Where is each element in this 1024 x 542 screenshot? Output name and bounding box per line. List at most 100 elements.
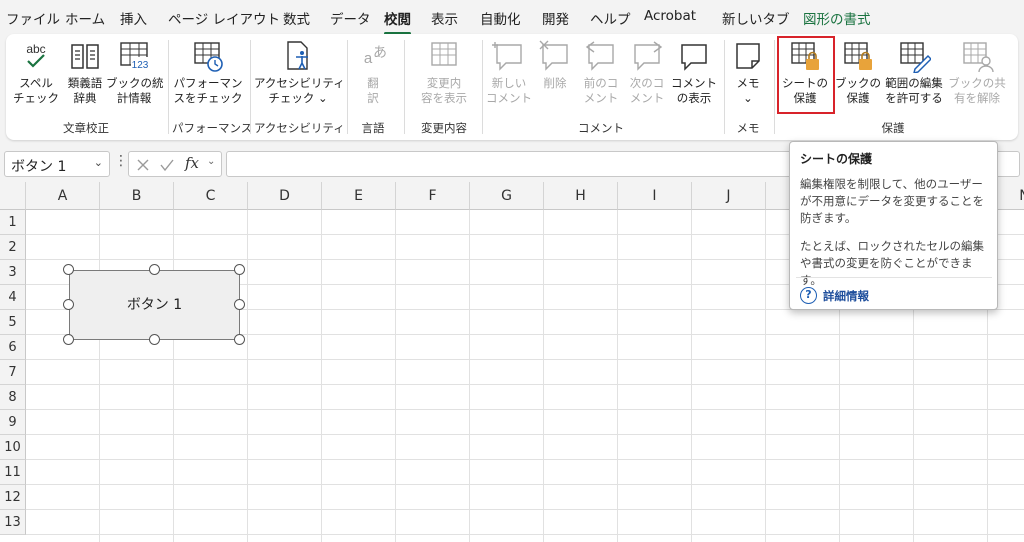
delete-comment-button[interactable]: 削除 <box>532 39 578 91</box>
previous-comment-button[interactable]: 前のコ メント <box>578 39 624 106</box>
translate-button[interactable]: a あ 翻 訳 <box>352 39 394 106</box>
comments-icon <box>681 44 707 71</box>
menu-home[interactable]: ホーム <box>65 8 105 28</box>
ribbon: abc スペル チェック 類義語 辞典 123 ブックの統 計情報 文章校正 パ… <box>6 34 1018 140</box>
svg-text:a: a <box>364 50 373 67</box>
group-separator <box>347 40 348 134</box>
column-header[interactable]: A <box>26 182 100 210</box>
group-label-comments: コメント <box>578 121 624 135</box>
resize-handle[interactable] <box>234 334 245 345</box>
group-label-accessibility: アクセシビリティ <box>254 121 345 135</box>
statistics-icon: 123 <box>120 42 149 71</box>
translate-icon: a あ <box>364 45 387 67</box>
protect-sheet-tooltip: シートの保護 編集権限を制限して、他のユーザーが不用意にデータを変更することを防… <box>789 141 998 310</box>
row-header[interactable]: 12 <box>0 485 26 510</box>
chevron-down-icon[interactable]: ⌄ <box>207 156 215 167</box>
vertical-dots-icon[interactable]: ⋮ <box>114 153 128 169</box>
column-header[interactable]: B <box>100 182 174 210</box>
menu-data[interactable]: データ <box>330 8 371 28</box>
name-box[interactable]: ボタン 1 ⌄ <box>4 151 110 177</box>
menu-review[interactable]: 校閲 <box>384 8 411 35</box>
accessibility-icon <box>287 41 308 70</box>
row-header[interactable]: 10 <box>0 435 26 460</box>
row-header[interactable]: 13 <box>0 510 26 535</box>
row-header[interactable]: 6 <box>0 335 26 360</box>
cancel-icon[interactable] <box>135 157 151 173</box>
chevron-down-icon[interactable]: ⌄ <box>94 156 103 169</box>
menu-new-tab[interactable]: 新しいタブ <box>722 8 790 28</box>
tooltip-divider <box>796 277 992 278</box>
group-label-protect: 保護 <box>881 121 905 135</box>
resize-handle[interactable] <box>63 299 74 310</box>
group-separator <box>724 40 725 134</box>
menu-formulas[interactable]: 数式 <box>283 8 310 28</box>
column-header[interactable]: F <box>396 182 470 210</box>
resize-handle[interactable] <box>234 299 245 310</box>
group-label-performance: パフォーマンス <box>172 121 253 135</box>
tooltip-description: 編集権限を制限して、他のユーザーが不用意にデータを変更することを防ぎます。 <box>800 177 984 225</box>
column-header[interactable]: D <box>248 182 322 210</box>
group-label-proofing: 文章校正 <box>63 121 109 135</box>
column-header[interactable]: C <box>174 182 248 210</box>
grid-line <box>26 409 1024 410</box>
thesaurus-button[interactable]: 類義語 辞典 <box>62 39 108 106</box>
menu-automate[interactable]: 自動化 <box>480 8 521 28</box>
menu-insert[interactable]: 挿入 <box>120 8 147 28</box>
show-comments-button[interactable]: コメント の表示 <box>670 39 718 106</box>
row-header[interactable]: 11 <box>0 460 26 485</box>
column-header[interactable]: I <box>618 182 692 210</box>
form-button-shape[interactable]: ボタン 1 <box>69 270 240 340</box>
allow-edit-ranges-button[interactable]: 範囲の編集 を許可する <box>881 39 947 106</box>
help-icon: ? <box>800 287 817 304</box>
insert-function-icon[interactable]: fx <box>185 154 199 172</box>
row-header[interactable]: 7 <box>0 360 26 385</box>
menu-acrobat[interactable]: Acrobat <box>644 8 696 24</box>
menu-file[interactable]: ファイル <box>6 8 60 28</box>
group-separator <box>482 40 483 134</box>
group-separator <box>774 40 775 134</box>
menu-help[interactable]: ヘルプ <box>590 8 631 28</box>
next-comment-button[interactable]: 次のコ メント <box>624 39 670 106</box>
grid-line <box>26 384 1024 385</box>
protect-workbook-button[interactable]: ブックの 保護 <box>835 39 881 106</box>
row-header[interactable]: 2 <box>0 235 26 260</box>
column-header[interactable]: H <box>544 182 618 210</box>
new-comment-button[interactable]: 新しい コメント <box>484 39 534 106</box>
check-performance-button[interactable]: パフォーマン スをチェック <box>172 39 244 106</box>
column-header[interactable]: J <box>692 182 766 210</box>
book-icon <box>71 44 99 69</box>
resize-handle[interactable] <box>149 264 160 275</box>
enter-icon[interactable] <box>159 157 175 173</box>
column-header[interactable]: G <box>470 182 544 210</box>
row-header[interactable]: 5 <box>0 310 26 335</box>
menu-page-layout[interactable]: ページ レイアウト <box>168 8 280 28</box>
row-header[interactable]: 3 <box>0 260 26 285</box>
accessibility-check-button[interactable]: アクセシビリティ チェック ⌄ <box>254 39 345 106</box>
tooltip-example: たとえば、ロックされたセルの編集や書式の変更を防ぐことができます。 <box>800 239 984 287</box>
row-header[interactable]: 8 <box>0 385 26 410</box>
resize-handle[interactable] <box>149 334 160 345</box>
resize-handle[interactable] <box>63 334 74 345</box>
menu-shape-format[interactable]: 図形の書式 <box>803 8 871 28</box>
learn-more-label: 詳細情報 <box>823 288 869 303</box>
row-header[interactable]: 4 <box>0 285 26 310</box>
group-label-notes: メモ <box>736 121 760 135</box>
select-all-corner[interactable] <box>0 182 26 210</box>
row-header[interactable]: 9 <box>0 410 26 435</box>
menu-developer[interactable]: 開発 <box>542 8 569 28</box>
show-changes-icon <box>431 42 457 66</box>
show-changes-button[interactable]: 変更内 容を表示 <box>410 39 478 106</box>
spell-check-button[interactable]: abc スペル チェック <box>10 39 62 106</box>
group-separator <box>404 40 405 134</box>
column-header[interactable]: E <box>322 182 396 210</box>
formula-buttons: fx ⌄ <box>128 151 222 177</box>
menu-view[interactable]: 表示 <box>431 8 458 28</box>
workbook-statistics-button[interactable]: 123 ブックの統 計情報 <box>106 39 164 106</box>
svg-text:あ: あ <box>373 45 387 61</box>
resize-handle[interactable] <box>234 264 245 275</box>
resize-handle[interactable] <box>63 264 74 275</box>
learn-more-link[interactable]: ? 詳細情報 <box>800 287 869 304</box>
row-header[interactable]: 1 <box>0 210 26 235</box>
notes-button[interactable]: メモ ⌄ <box>728 39 768 106</box>
unshare-workbook-button[interactable]: ブックの共 有を解除 <box>947 39 1007 106</box>
